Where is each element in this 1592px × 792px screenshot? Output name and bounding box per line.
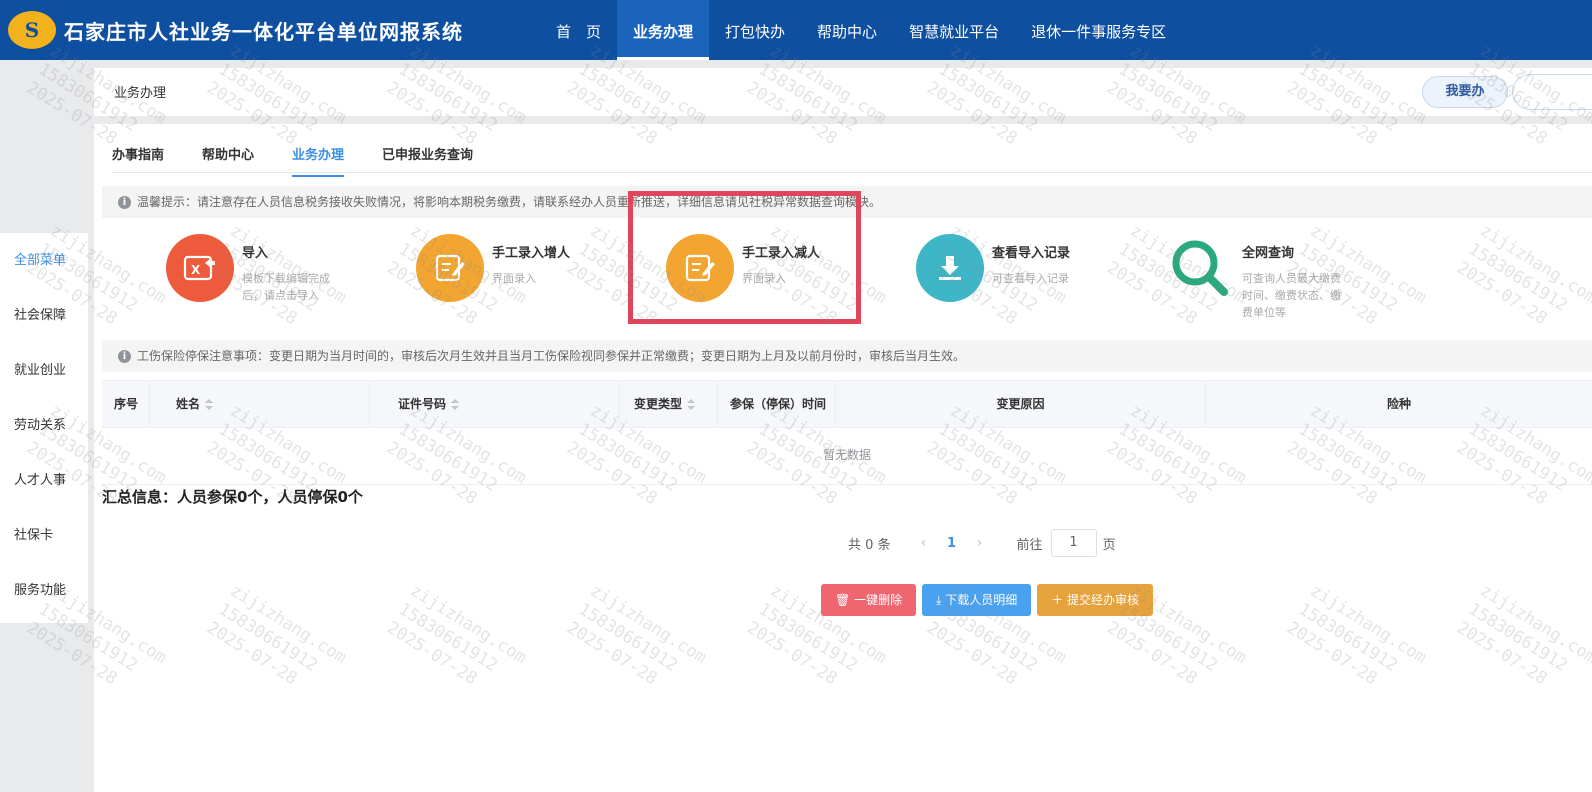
network-query-tile[interactable]: 全网查询 可查询人员最大缴费时间、缴费状态、缴费单位等 [1166, 234, 1396, 319]
nav-help[interactable]: 帮助中心 [801, 0, 893, 60]
nav-retirement[interactable]: 退休一件事服务专区 [1015, 0, 1182, 60]
empty-text: 暂无数据 [822, 448, 871, 462]
manual-add-title: 手工录入增人 [492, 246, 571, 261]
submit-review-button[interactable]: ＋ 提交经办审核 [1037, 584, 1154, 616]
sidebar-item-talent[interactable]: 人才人事 [0, 453, 88, 508]
sort-icon[interactable] [205, 398, 214, 411]
nav-employment[interactable]: 智慧就业平台 [893, 0, 1015, 60]
table-empty: 暂无数据 [102, 426, 1592, 485]
network-query-title: 全网查询 [1242, 246, 1295, 261]
sort-icon[interactable] [451, 398, 460, 411]
svg-text:X: X [191, 263, 201, 277]
summary-info: 汇总信息：人员参保0个，人员停保0个 [102, 488, 363, 506]
info-icon: i [118, 196, 131, 209]
plus-icon: ＋ [1051, 593, 1068, 607]
import-records-title: 查看导入记录 [992, 246, 1071, 261]
table-header: 序号 姓名 证件号码 变更类型 参保（停保）时间 变更原因 险种 [102, 380, 1592, 428]
page-number[interactable]: 1 [937, 536, 967, 551]
page-jump-input[interactable]: 1 [1050, 529, 1097, 557]
nav-package[interactable]: 打包快办 [709, 0, 801, 60]
i-want-to-apply-button[interactable]: 我要办 [1422, 76, 1508, 108]
import-records-desc: 可查看导入记录 [992, 272, 1069, 285]
col-time-label: 参保（停保）时间 [730, 397, 827, 411]
col-reason: 变更原因 [836, 381, 1206, 427]
col-index-label: 序号 [114, 397, 139, 411]
app-title: 石家庄市人社业务一体化平台单位网报系统 [64, 20, 463, 44]
col-name[interactable]: 姓名 [150, 381, 370, 427]
sidebar-item-services[interactable]: 服务功能 [0, 563, 88, 618]
goto-label: 前往 [1016, 537, 1043, 553]
sidebar-item-employment[interactable]: 就业创业 [0, 343, 88, 398]
col-name-label: 姓名 [176, 397, 201, 411]
injury-notice-text: 工伤保险停保注意事项：变更日期为当月时间的，审核后次月生效并且当月工伤保险视同参… [137, 349, 966, 363]
col-change-type-label: 变更类型 [634, 397, 683, 411]
highlight-box [628, 191, 861, 324]
import-tile[interactable]: X 导入 模板下载编辑完成后，请点击导入 [166, 234, 396, 314]
logo-text: S [24, 18, 40, 42]
injury-notice: i 工伤保险停保注意事项：变更日期为当月时间的，审核后次月生效并且当月工伤保险视同… [102, 340, 1592, 372]
manual-add-desc: 界面录入 [492, 272, 536, 285]
edit-add-icon [416, 234, 484, 302]
chevron-left-icon[interactable]: ‹ [911, 535, 937, 551]
info-icon: i [118, 350, 131, 363]
magnifier-icon [1166, 234, 1234, 302]
col-index: 序号 [102, 381, 150, 427]
tab-divider [112, 172, 1592, 173]
top-navbar: S 石家庄市人社业务一体化平台单位网报系统 首 页 业务办理 打包快办 帮助中心… [0, 0, 1592, 60]
secondary-round-button[interactable] [1512, 74, 1592, 110]
import-desc: 模板下载编辑完成后，请点击导入 [242, 272, 330, 302]
download-record-icon [916, 234, 984, 302]
col-id-label: 证件号码 [398, 397, 447, 411]
col-reason-label: 变更原因 [996, 397, 1045, 411]
download-details-button[interactable]: ⤓ 下载人员明细 [922, 584, 1032, 616]
sidebar-item-all-menu[interactable]: 全部菜单 [0, 233, 88, 288]
breadcrumb-bar: 业务办理 我要办 [94, 68, 1592, 116]
logo: S [8, 11, 56, 49]
import-records-tile[interactable]: 查看导入记录 可查看导入记录 [916, 234, 1146, 314]
pagination-total: 共 0 条 [848, 537, 891, 553]
col-insurance: 险种 [1206, 381, 1592, 427]
sidebar-item-card[interactable]: 社保卡 [0, 508, 88, 563]
action-bar: 🗑 一键删除 ⤓ 下载人员明细 ＋ 提交经办审核 [821, 584, 1159, 616]
pagination: 共 0 条 ‹ 1 › 前往 1 页 [848, 528, 1116, 558]
nav-business[interactable]: 业务办理 [617, 0, 710, 60]
page-unit: 页 [1102, 537, 1116, 553]
col-change-type[interactable]: 变更类型 [620, 381, 718, 427]
import-title: 导入 [242, 246, 269, 261]
download-details-label: 下载人员明细 [945, 593, 1018, 607]
submit-review-label: 提交经办审核 [1067, 593, 1140, 607]
delete-all-label: 一键删除 [854, 593, 903, 607]
manual-add-tile[interactable]: 手工录入增人 界面录入 [416, 234, 646, 314]
sidebar: 全部菜单 社会保障 就业创业 劳动关系 人才人事 社保卡 服务功能 [0, 233, 88, 623]
delete-all-button[interactable]: 🗑 一键删除 [821, 584, 917, 616]
sidebar-item-labor[interactable]: 劳动关系 [0, 398, 88, 453]
col-time: 参保（停保）时间 [718, 381, 836, 427]
breadcrumb: 业务办理 [114, 86, 167, 101]
sidebar-item-social-security[interactable]: 社会保障 [0, 288, 88, 343]
network-query-desc: 可查询人员最大缴费时间、缴费状态、缴费单位等 [1242, 272, 1341, 319]
main-nav: 首 页 业务办理 打包快办 帮助中心 智慧就业平台 退休一件事服务专区 [540, 0, 1182, 60]
chevron-right-icon[interactable]: › [967, 535, 993, 551]
col-id[interactable]: 证件号码 [370, 381, 620, 427]
sort-icon[interactable] [687, 398, 696, 411]
col-insurance-label: 险种 [1386, 397, 1411, 411]
import-excel-icon: X [166, 234, 234, 302]
nav-home[interactable]: 首 页 [540, 0, 617, 60]
download-icon: ⤓ [936, 593, 946, 607]
trash-icon: 🗑 [835, 593, 855, 607]
